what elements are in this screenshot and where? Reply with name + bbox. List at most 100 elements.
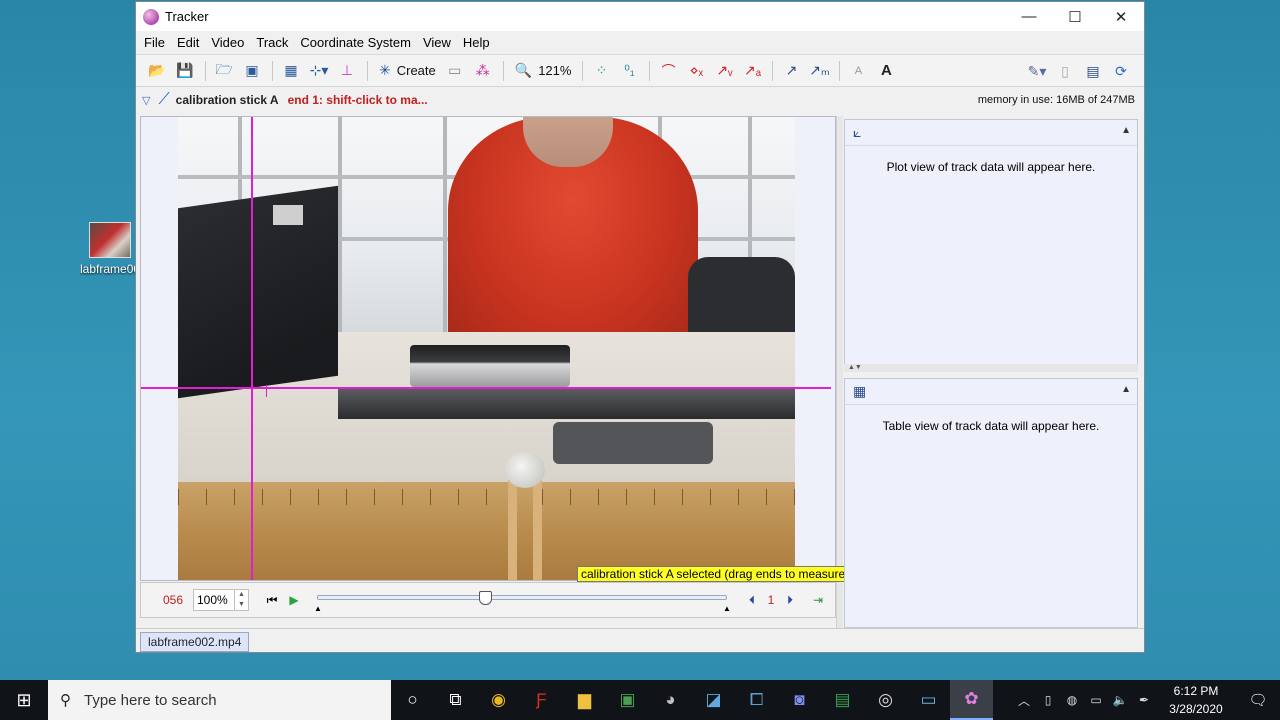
file-explorer-icon[interactable]: ▆ (563, 680, 606, 720)
menu-help[interactable]: Help (457, 35, 496, 50)
plot-chart-icon[interactable]: ⟀ (853, 124, 861, 141)
track-dropdown-icon[interactable]: ▽ (142, 94, 150, 107)
desktop-file-icon[interactable]: labframe00 (80, 222, 140, 276)
image-app-icon[interactable]: ▣ (606, 680, 649, 720)
desktop-icon[interactable]: ▤ (1080, 59, 1106, 83)
slider-thumb[interactable] (479, 591, 492, 605)
refresh-icon[interactable]: ⟳ (1108, 59, 1134, 83)
frame-slider[interactable]: ▲ ▲ (314, 589, 731, 613)
menu-video[interactable]: Video (205, 35, 250, 50)
windows-start-icon[interactable]: ⊞ (0, 680, 48, 720)
video-panel[interactable] (140, 116, 836, 581)
autotracker-icon[interactable]: ⁂ (470, 59, 496, 83)
title-bar[interactable]: Tracker — ☐ ✕ (136, 2, 1144, 31)
steam-icon[interactable]: ◍ (1060, 693, 1084, 707)
start-marker-icon[interactable]: ▲ (314, 604, 322, 613)
save-video-icon[interactable]: ▣ (239, 59, 265, 83)
file-tab[interactable]: labframe002.mp4 (140, 632, 250, 652)
track-name[interactable]: calibration stick A (176, 93, 279, 107)
slider-rail (317, 595, 727, 600)
calibration-stick-icon: ⟋ (158, 91, 170, 108)
save-icon[interactable]: 💾 (172, 59, 198, 83)
notepad-app-icon[interactable]: ◪ (692, 680, 735, 720)
video-laptop (178, 185, 338, 399)
plot-panel[interactable]: ⟀ ▲ Plot view of track data will appear … (844, 119, 1138, 367)
axis-origin-handle[interactable] (266, 385, 272, 397)
path-icon[interactable]: ⌒ (655, 59, 681, 83)
task-view-icon[interactable]: ⧉ (434, 680, 477, 720)
velocity-icon[interactable]: ↗ᵥ (711, 59, 737, 83)
menu-bar: File Edit Video Track Coordinate System … (136, 31, 1144, 55)
menu-track[interactable]: Track (250, 35, 294, 50)
paint-icon[interactable]: ◕ (649, 680, 692, 720)
table-grid-icon[interactable]: ▦ (853, 383, 866, 400)
x-axis-line[interactable] (141, 387, 831, 389)
close-button[interactable]: ✕ (1098, 2, 1144, 31)
loop-icon[interactable]: ⇥ (807, 589, 829, 611)
reset-to-start-icon[interactable]: ⏮ (261, 589, 283, 611)
obs-icon[interactable]: ◎ (864, 680, 907, 720)
playback-rate-spinner[interactable]: 100% ▲ ▼ (193, 589, 249, 611)
taskbar-clock[interactable]: 6:12 PM 3/28/2020 (1156, 682, 1236, 718)
window-app-icon[interactable]: ▭ (907, 680, 950, 720)
collapse-arrow-icon[interactable]: ▲ (1121, 125, 1131, 136)
axes-icon[interactable]: ⊥ (334, 59, 360, 83)
discord-icon[interactable]: ◙ (778, 680, 821, 720)
trails-icon[interactable]: ⁘ (588, 59, 614, 83)
video-frame[interactable] (178, 117, 795, 580)
taskbar-search-box[interactable]: ⚲ Type here to search (48, 680, 391, 720)
minimize-button[interactable]: — (1006, 2, 1052, 31)
y-axis-line[interactable] (251, 117, 253, 580)
create-track-button[interactable]: ✳ Create (373, 59, 442, 83)
zoom-button[interactable]: 🔍 121% (509, 59, 578, 83)
calibration-tools-icon[interactable]: ⊹▾ (306, 59, 332, 83)
menu-file[interactable]: File (138, 35, 171, 50)
tracker-window: Tracker — ☐ ✕ File Edit Video Track Coor… (135, 1, 1145, 653)
tray-device-icon[interactable]: ▯ (1036, 693, 1060, 707)
network-app-icon[interactable]: ⧠ (735, 680, 778, 720)
volume-icon[interactable]: 🔈 (1108, 693, 1132, 707)
open-file-icon[interactable]: 📂 (144, 59, 170, 83)
notes-icon[interactable]: ▯ (1052, 59, 1078, 83)
clip-settings-icon[interactable]: ▦ (278, 59, 304, 83)
pen-icon[interactable]: ✒ (1132, 693, 1156, 707)
position-icon[interactable]: ⋄ₓ (683, 59, 709, 83)
labels-icon[interactable]: ⁰₁ (616, 59, 642, 83)
right-panel-splitter[interactable]: ▲▼ (844, 364, 1138, 372)
table-panel[interactable]: ▦ ▲ Table view of track data will appear… (844, 378, 1138, 628)
video-air-track (338, 389, 795, 419)
network-icon[interactable]: ▭ (1084, 693, 1108, 707)
acceleration-icon[interactable]: ↗ₐ (739, 59, 765, 83)
step-back-icon[interactable]: ⏴ (741, 589, 763, 611)
chrome-icon[interactable]: ◉ (477, 680, 520, 720)
step-forward-icon[interactable]: ⏵ (779, 589, 801, 611)
vector-stretch-icon[interactable]: ↗ₘ (806, 59, 832, 83)
plot-panel-header: ⟀ ▲ (845, 120, 1137, 146)
play-icon[interactable]: ▶ (283, 589, 305, 611)
tray-overflow-icon[interactable]: ︿ (1012, 692, 1036, 709)
menu-view[interactable]: View (417, 35, 457, 50)
font-larger-icon[interactable]: A (873, 59, 899, 83)
rate-spin-arrows-icon[interactable]: ▲ ▼ (234, 590, 248, 610)
window-title: Tracker (165, 9, 209, 24)
excel-icon[interactable]: ▤ (821, 680, 864, 720)
maximize-button[interactable]: ☐ (1052, 2, 1098, 31)
tracker-taskbar-icon[interactable]: ✿ (950, 680, 993, 720)
filezilla-icon[interactable]: Ƒ (520, 680, 563, 720)
menu-edit[interactable]: Edit (171, 35, 205, 50)
end-marker-icon[interactable]: ▲ (723, 604, 731, 613)
taskbar: ⊞ ⚲ Type here to search ○ ⧉ ◉ Ƒ ▆ ▣ ◕ ◪ … (0, 680, 1280, 720)
notifications-icon[interactable]: 🗨 (1236, 691, 1280, 709)
collapse-arrow-icon[interactable]: ▲ (1121, 384, 1131, 395)
main-splitter[interactable] (836, 116, 843, 628)
font-smaller-icon[interactable]: A (845, 59, 871, 83)
open-video-icon[interactable]: 🗁 (211, 59, 237, 83)
cortana-icon[interactable]: ○ (391, 680, 434, 720)
track-control-icon[interactable]: ▭ (442, 59, 468, 83)
drawing-tools-icon[interactable]: ✎▾ (1024, 59, 1050, 83)
frame-number[interactable]: 056 (163, 593, 187, 607)
memory-readout[interactable]: memory in use: 16MB of 247MB (978, 94, 1135, 106)
menu-coordinate-system[interactable]: Coordinate System (294, 35, 417, 50)
vector-sum-icon[interactable]: ↗ (778, 59, 804, 83)
step-size[interactable]: 1 (763, 593, 779, 607)
